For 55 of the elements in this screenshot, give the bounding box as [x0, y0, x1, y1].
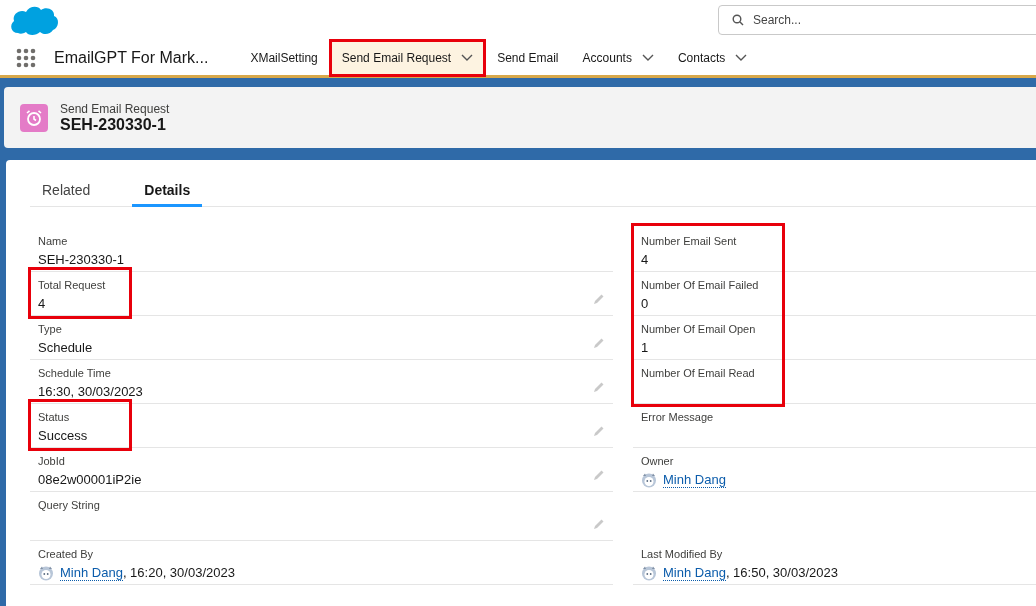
- field-value: Success: [38, 427, 88, 445]
- record-title: SEH-230330-1: [60, 115, 166, 134]
- field-value: 4: [641, 251, 649, 269]
- nav-tab[interactable]: Send Email: [485, 39, 571, 76]
- field-label: Type: [38, 322, 63, 336]
- user-link[interactable]: Minh Dang: [60, 565, 123, 581]
- chevron-down-icon[interactable]: [735, 53, 748, 62]
- nav-tab[interactable]: XMailSetting: [238, 39, 330, 76]
- field-label: Owner: [641, 454, 675, 468]
- edit-pencil-icon[interactable]: [593, 293, 605, 305]
- chevron-down-icon[interactable]: [641, 53, 654, 62]
- field-label: Query String: [38, 498, 101, 512]
- field-label: Number Of Email Open: [641, 322, 757, 336]
- field-label: Number Email Sent: [641, 234, 738, 248]
- field-value: SEH-230330-1: [38, 251, 124, 269]
- avatar-icon: [641, 472, 657, 488]
- edit-pencil-icon[interactable]: [593, 469, 605, 481]
- field-label: Created By: [38, 547, 95, 561]
- nav-tab[interactable]: Accounts: [570, 39, 666, 76]
- avatar-icon: [641, 565, 657, 581]
- search-icon: [732, 14, 744, 26]
- field-value: 08e2w00001iP2ie: [38, 471, 142, 489]
- edit-pencil-icon[interactable]: [593, 518, 605, 530]
- user-link[interactable]: Minh Dang: [663, 565, 726, 581]
- app-launcher-icon[interactable]: [16, 47, 36, 68]
- object-type: Send Email Request: [60, 101, 170, 116]
- field-label: Last Modified By: [641, 547, 724, 561]
- search-field[interactable]: Search...: [718, 5, 1036, 35]
- edit-pencil-icon[interactable]: [593, 425, 605, 437]
- avatar-icon: [38, 565, 54, 581]
- field-value: 16:30, 30/03/2023: [38, 383, 143, 401]
- nav-tab[interactable]: Contacts: [665, 39, 760, 76]
- field-label: JobId: [38, 454, 66, 468]
- field-label: Error Message: [641, 410, 715, 424]
- field-label: Status: [38, 410, 71, 424]
- user-link[interactable]: Minh Dang: [663, 472, 726, 488]
- field-value: Schedule: [38, 339, 93, 357]
- alarm-clock-icon: [20, 103, 48, 132]
- modified-date: , 16:20, 30/03/2023: [122, 565, 235, 580]
- field-label: Number Of Email Failed: [641, 278, 760, 292]
- tab[interactable]: Related: [30, 174, 103, 207]
- app-name: EmailGPT For Mark...: [54, 48, 209, 67]
- field-label: Schedule Time: [38, 366, 112, 380]
- modified-date: , 16:50, 30/03/2023: [725, 565, 838, 580]
- edit-pencil-icon[interactable]: [593, 381, 605, 393]
- field-label: Number Of Email Read: [641, 366, 756, 380]
- field-value: 0: [641, 295, 649, 313]
- tab[interactable]: Details: [132, 174, 203, 207]
- edit-pencil-icon[interactable]: [593, 337, 605, 349]
- chevron-down-icon[interactable]: [461, 53, 474, 62]
- field-label: Total Request: [38, 278, 107, 292]
- nav-tab[interactable]: Send Email Request: [329, 39, 486, 76]
- field-value: 1: [641, 339, 649, 357]
- field-label: Name: [38, 234, 69, 248]
- field-value: 4: [38, 295, 46, 313]
